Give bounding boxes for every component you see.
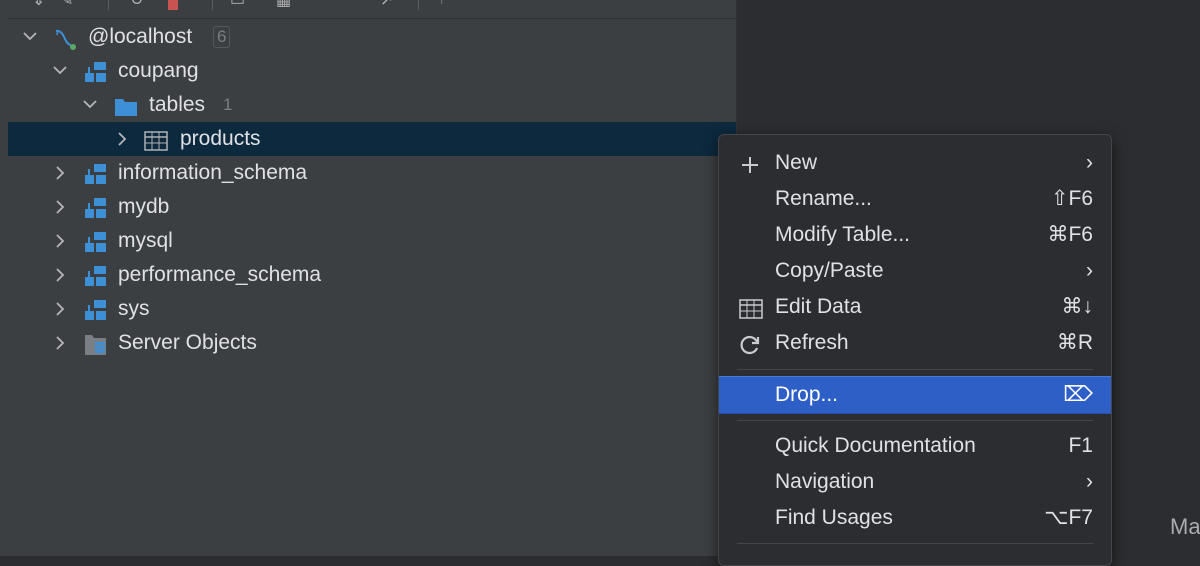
- menu-item-label: New: [775, 151, 818, 174]
- menu-item-shortcut: F1: [1068, 434, 1093, 457]
- tree-node-label: mysql: [118, 229, 173, 252]
- console-icon[interactable]: ▭: [230, 0, 248, 9]
- menu-item-label: Refresh: [775, 331, 849, 354]
- tree-node-table-products[interactable]: products: [8, 122, 736, 156]
- chevron-right-icon[interactable]: [114, 122, 134, 156]
- chevron-right-icon[interactable]: [52, 156, 72, 190]
- tree-node-label: information_schema: [118, 161, 308, 184]
- toolbar-separator: [418, 0, 419, 10]
- refresh-icon[interactable]: ↻: [130, 0, 148, 9]
- chevron-right-icon[interactable]: [52, 190, 72, 224]
- menu-item-shortcut: ⌘R: [1056, 331, 1093, 354]
- menu-separator: [737, 420, 1093, 421]
- edit-icon[interactable]: ✎: [60, 0, 78, 9]
- chevron-down-icon[interactable]: [82, 88, 102, 122]
- menu-item-rename[interactable]: Rename... ⇧F6: [719, 181, 1111, 217]
- chevron-right-icon[interactable]: [52, 224, 72, 258]
- context-menu: New › Rename... ⇧F6 Modify Table... ⌘F6 …: [718, 134, 1112, 566]
- menu-item-shortcut: ⌘↓: [1061, 295, 1094, 318]
- schema-icon: [84, 299, 106, 321]
- schema-icon: [84, 197, 106, 219]
- filter-icon[interactable]: ⫯: [438, 0, 456, 8]
- tree-node-label: tables: [149, 93, 206, 116]
- explorer-toolbar: ⇕ ✎ ↻ ▭ ▦ ↗ ⫯: [8, 0, 736, 19]
- plus-icon: [739, 152, 761, 174]
- node-count: 1: [223, 95, 233, 114]
- jump-icon[interactable]: ↗: [380, 0, 398, 9]
- submenu-arrow: ›: [1086, 470, 1093, 493]
- tree-node-schema-coupang[interactable]: coupang: [8, 54, 736, 88]
- menu-item-copy-paste[interactable]: Copy/Paste ›: [719, 253, 1111, 289]
- menu-item-label: Copy/Paste: [775, 259, 884, 282]
- tree-node-server-objects[interactable]: Server Objects: [8, 326, 736, 360]
- table-view-icon[interactable]: ▦: [276, 0, 294, 9]
- menu-item-shortcut: ⇧F6: [1050, 187, 1093, 210]
- schema-icon: [84, 163, 106, 185]
- menu-item-refresh[interactable]: Refresh ⌘R: [719, 325, 1111, 361]
- tree-node-label: coupang: [118, 59, 199, 82]
- menu-item-label: Modify Table...: [775, 223, 911, 246]
- schema-icon: [84, 265, 106, 287]
- tree-node-label: mydb: [118, 195, 170, 218]
- menu-item-label: Rename...: [775, 187, 872, 210]
- menu-item-label: Edit Data: [775, 295, 862, 318]
- menu-item-label: Drop...: [775, 383, 839, 406]
- menu-item-edit-data[interactable]: Edit Data ⌘↓: [719, 289, 1111, 325]
- menu-item-new[interactable]: New ›: [719, 145, 1111, 181]
- menu-item-drop[interactable]: Drop... ⌦: [719, 376, 1111, 414]
- editor-partial-text: Ma: [1170, 514, 1200, 539]
- chevron-right-icon[interactable]: [52, 292, 72, 326]
- schema-icon: [84, 231, 106, 253]
- menu-item-label: Navigation: [775, 470, 875, 493]
- chevron-right-icon[interactable]: [52, 258, 72, 292]
- expand-collapse-icon[interactable]: ⇕: [32, 0, 50, 9]
- folder-icon: [114, 95, 137, 117]
- table-icon: [144, 129, 168, 151]
- tree-node-label: products: [180, 127, 261, 150]
- menu-separator: [737, 369, 1093, 370]
- schema-icon: [84, 61, 106, 83]
- chevron-down-icon[interactable]: [22, 20, 42, 54]
- tree-node-schema-information-schema[interactable]: information_schema: [8, 156, 736, 190]
- tree-node-schema-mydb[interactable]: mydb: [8, 190, 736, 224]
- menu-separator: [737, 543, 1093, 544]
- tree-node-label: performance_schema: [118, 263, 322, 286]
- tree-node-label: sys: [118, 297, 150, 320]
- submenu-arrow: ›: [1086, 259, 1093, 282]
- delete-key-icon: ⌦: [1063, 383, 1093, 406]
- menu-item-label: Find Usages: [775, 506, 893, 529]
- tree-node-localhost[interactable]: @localhost 6: [8, 20, 736, 54]
- tree-node-tables-folder[interactable]: tables 1: [8, 88, 736, 122]
- tree-node-schema-sys[interactable]: sys: [8, 292, 736, 326]
- refresh-icon: [739, 332, 761, 355]
- menu-item-navigation[interactable]: Navigation ›: [719, 464, 1111, 500]
- chevron-down-icon[interactable]: [52, 54, 72, 88]
- menu-item-quick-documentation[interactable]: Quick Documentation F1: [719, 428, 1111, 464]
- menu-item-modify-table[interactable]: Modify Table... ⌘F6: [719, 217, 1111, 253]
- tree-node-schema-performance-schema[interactable]: performance_schema: [8, 258, 736, 292]
- tree-node-label: @localhost: [88, 25, 193, 48]
- server-objects-icon: [84, 333, 106, 355]
- menu-item-label: Quick Documentation: [775, 434, 976, 457]
- mysql-datasource-icon: [52, 27, 76, 50]
- node-count-badge: 6: [213, 26, 231, 48]
- menu-item-shortcut: ⌘F6: [1047, 223, 1093, 246]
- menu-item-shortcut: ⌥F7: [1044, 506, 1093, 529]
- submenu-arrow: ›: [1086, 151, 1093, 174]
- tree-node-label: Server Objects: [118, 331, 257, 354]
- menu-item-find-usages[interactable]: Find Usages ⌥F7: [719, 500, 1111, 536]
- toolbar-separator: [108, 0, 109, 10]
- tree-node-schema-mysql[interactable]: mysql: [8, 224, 736, 258]
- database-explorer-panel: ⇕ ✎ ↻ ▭ ▦ ↗ ⫯ @localhost 6: [0, 0, 737, 556]
- chevron-right-icon[interactable]: [52, 326, 72, 360]
- toolbar-separator: [212, 0, 213, 10]
- stop-icon[interactable]: [168, 0, 186, 10]
- table-grid-icon: [739, 296, 763, 319]
